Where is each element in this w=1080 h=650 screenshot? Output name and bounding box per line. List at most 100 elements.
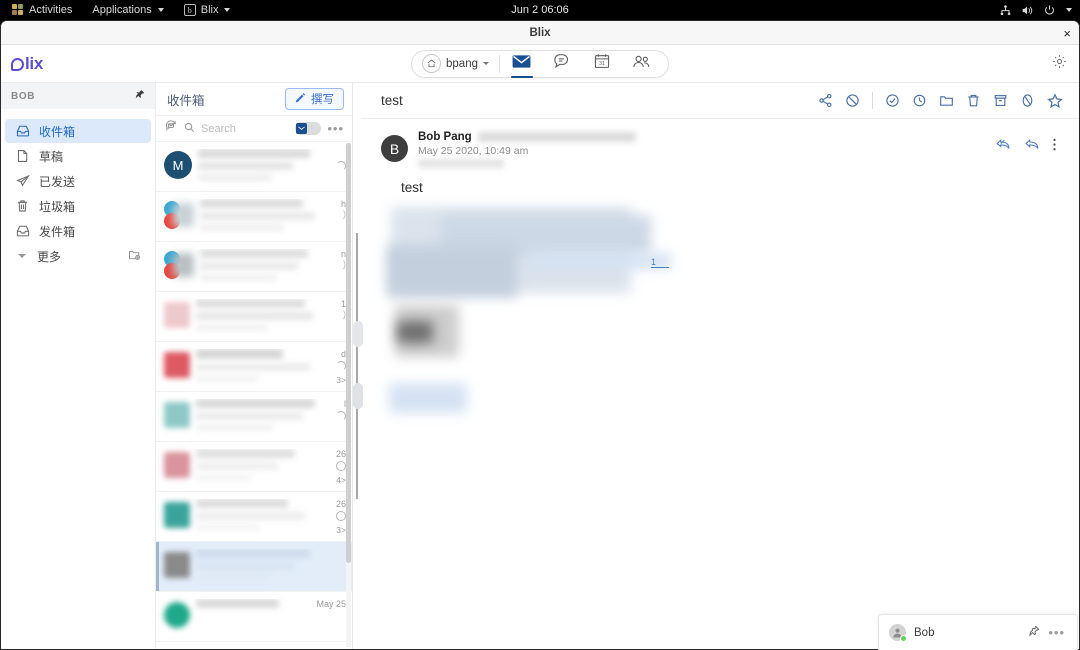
- list-item-meta: May 25: [316, 599, 346, 609]
- chat-dock-panel[interactable]: Bob •••: [878, 614, 1078, 650]
- unread-filter-toggle[interactable]: [295, 122, 322, 135]
- star-icon[interactable]: [1047, 92, 1063, 109]
- pin-icon[interactable]: [1028, 624, 1040, 642]
- inbox-icon: [15, 124, 30, 138]
- app-header: lix bpang 31: [1, 45, 1079, 83]
- sidebar-item-sent[interactable]: 已发送: [5, 169, 151, 193]
- list-item[interactable]: M: [156, 142, 352, 192]
- more-vertical-icon[interactable]: [1052, 137, 1057, 157]
- sidebar-item-trash[interactable]: 垃圾箱: [5, 194, 151, 218]
- tab-mail[interactable]: [502, 50, 542, 78]
- avatar: [164, 251, 194, 291]
- sidebar-item-more[interactable]: 更多: [5, 244, 151, 268]
- list-item-preview: [190, 449, 320, 491]
- list-item-preview: [194, 199, 320, 241]
- list-item-preview: [194, 249, 320, 291]
- list-item[interactable]: 26 4>: [156, 442, 352, 492]
- avatar: [164, 552, 190, 578]
- chat-overflow-menu[interactable]: •••: [1048, 626, 1065, 639]
- list-item-preview: [190, 549, 320, 591]
- list-item-preview: [190, 599, 302, 641]
- mail-list-scroll[interactable]: M h) n) 1) d 3> l 26 4> 26 3> May 25: [156, 142, 352, 649]
- scrollbar-thumb[interactable]: [346, 143, 351, 563]
- list-item[interactable]: [156, 542, 352, 592]
- list-item[interactable]: d 3>: [156, 342, 352, 392]
- applications-menu[interactable]: Applications: [82, 0, 173, 20]
- reading-pane-header: test: [361, 83, 1079, 119]
- list-item-preview: [192, 149, 320, 191]
- mail-list-column: 收件箱 撰写 Search ••• M h) n) 1) d 3> l 2…: [156, 83, 353, 649]
- sync-mail-icon[interactable]: [164, 119, 178, 138]
- pane-splitter[interactable]: [353, 83, 363, 649]
- list-item-meta: 1): [340, 299, 346, 319]
- list-item-meta: n): [340, 249, 346, 269]
- list-item[interactable]: n): [156, 242, 352, 292]
- list-item-meta: [320, 149, 346, 191]
- sidebar: BOB 收件箱 草稿 已发送 垃圾箱 发件箱 更多: [1, 83, 156, 649]
- search-placeholder: Search: [201, 122, 236, 135]
- power-icon[interactable]: [1043, 4, 1056, 17]
- sidebar-item-outbox[interactable]: 发件箱: [5, 219, 151, 243]
- reply-all-icon[interactable]: [996, 138, 1011, 156]
- share-icon[interactable]: [818, 93, 833, 108]
- mail-list-overflow-menu[interactable]: •••: [327, 122, 344, 135]
- folder-settings-icon[interactable]: [128, 248, 141, 264]
- sidebar-account-header[interactable]: BOB: [1, 83, 155, 109]
- nav-divider: [498, 54, 500, 73]
- app-menu[interactable]: b Blix: [174, 0, 241, 20]
- toolbar-divider: [872, 92, 873, 109]
- sender-name: Bob Pang: [418, 131, 472, 143]
- list-item-meta: 26 4>: [335, 449, 346, 485]
- avatar: [164, 402, 190, 428]
- window-title: Blix: [529, 26, 551, 39]
- tab-chat[interactable]: [542, 50, 582, 78]
- message-actions: [996, 137, 1057, 157]
- mail-icon: [512, 54, 531, 74]
- caret-down-icon: [157, 8, 164, 12]
- tab-contacts[interactable]: [622, 50, 662, 78]
- compose-button[interactable]: 撰写: [285, 88, 344, 110]
- blix-window: Blix × lix bpang 31 BOB 收件箱 草稿 已发送 垃圾箱 发…: [0, 20, 1080, 650]
- mail-search-row: Search •••: [156, 116, 352, 142]
- list-item-meta: [320, 549, 346, 591]
- sidebar-item-inbox[interactable]: 收件箱: [5, 119, 151, 143]
- calendar-icon: 31: [594, 53, 610, 74]
- volume-icon[interactable]: [1021, 4, 1034, 17]
- check-circle-icon[interactable]: [885, 93, 900, 108]
- tab-calendar[interactable]: 31: [582, 50, 622, 78]
- list-item[interactable]: l: [156, 392, 352, 442]
- list-item[interactable]: h): [156, 192, 352, 242]
- close-icon[interactable]: ×: [1063, 21, 1071, 45]
- svg-text:31: 31: [599, 61, 605, 67]
- account-switcher[interactable]: bpang: [418, 54, 497, 73]
- block-icon[interactable]: [845, 93, 860, 108]
- email-subject: test: [381, 93, 403, 108]
- inline-link-redacted[interactable]: 1: [651, 257, 669, 268]
- mail-icon: [296, 123, 308, 134]
- logo-mark-icon: [11, 58, 24, 71]
- trash-icon[interactable]: [966, 93, 981, 108]
- circle-slash-icon[interactable]: [1020, 93, 1035, 108]
- sidebar-item-drafts[interactable]: 草稿: [5, 144, 151, 168]
- list-item-meta: h): [340, 199, 346, 219]
- list-item-preview: [190, 399, 320, 441]
- avatar: [889, 624, 907, 642]
- settings-button[interactable]: [1052, 54, 1067, 74]
- list-item-preview: [190, 349, 320, 391]
- email-date: May 25 2020, 10:49 am: [418, 145, 529, 157]
- sidebar-item-label: 发件箱: [39, 224, 76, 239]
- recipients-redacted: [418, 159, 504, 168]
- list-item[interactable]: 26 3>: [156, 492, 352, 542]
- pin-icon[interactable]: [134, 87, 145, 105]
- network-icon[interactable]: [999, 4, 1012, 17]
- activities-button[interactable]: Activities: [8, 0, 82, 20]
- list-item[interactable]: 1): [156, 292, 352, 342]
- search-input[interactable]: Search: [184, 120, 289, 138]
- mail-list-scrollbar[interactable]: [346, 143, 351, 647]
- snooze-clock-icon[interactable]: [912, 93, 927, 108]
- caret-down-icon[interactable]: [1066, 8, 1072, 12]
- list-item[interactable]: May 25: [156, 592, 352, 642]
- folder-icon[interactable]: [939, 93, 954, 108]
- archive-icon[interactable]: [993, 93, 1008, 108]
- reply-icon[interactable]: [1024, 138, 1039, 156]
